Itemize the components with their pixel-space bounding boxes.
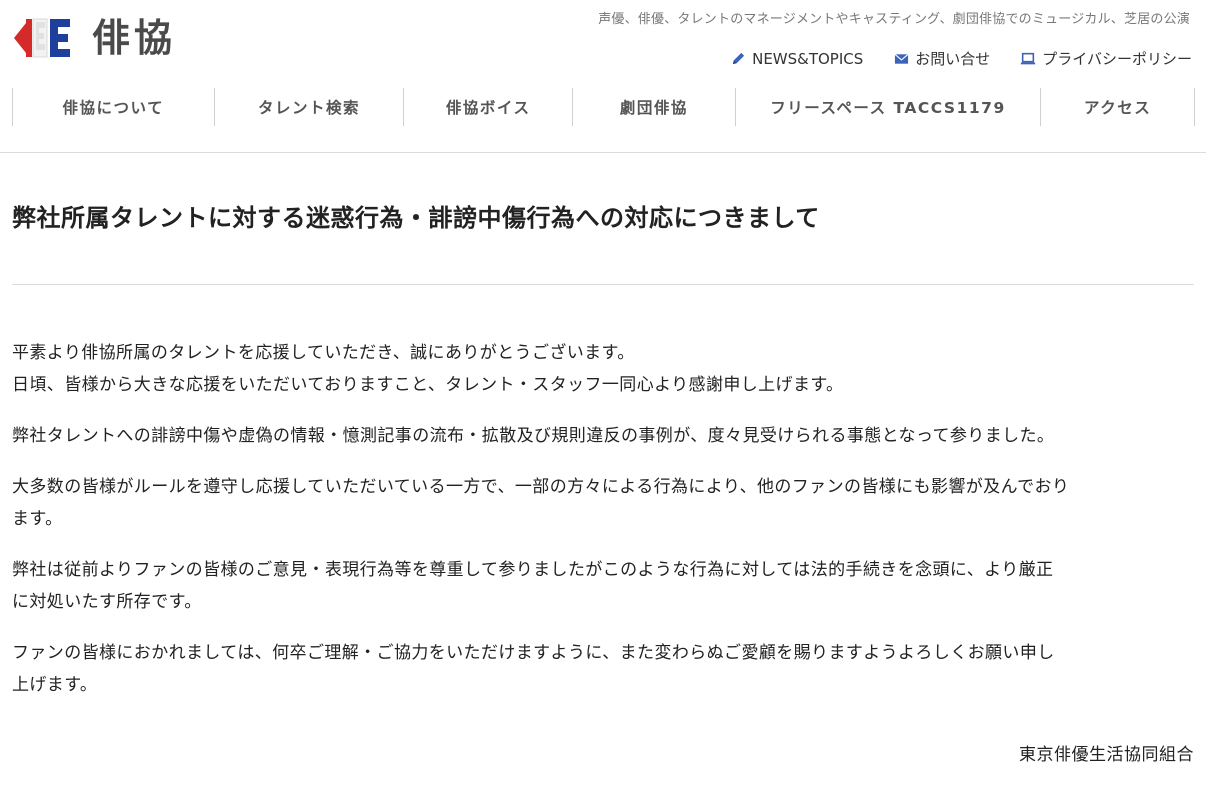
nav-item-about[interactable]: 俳協について [13, 88, 215, 126]
signature: 東京俳優生活協同組合 [1019, 745, 1194, 765]
util-link-news[interactable]: NEWS&TOPICS [730, 50, 863, 68]
paragraph: 弊社は従前よりファンの皆様のご意見・表現行為等を尊重して参りましたがこのような行… [12, 554, 1194, 618]
paragraph: ファンの皆様におかれましては、何卒ご理解・ご協力をいただけますように、また変わら… [12, 637, 1194, 701]
util-link-contact[interactable]: お問い合せ [893, 48, 990, 69]
util-link-label: プライバシーポリシー [1042, 50, 1192, 68]
paragraph: 平素より俳協所属のタレントを応援していただき、誠にありがとうございます。 日頃、… [12, 337, 1194, 401]
notice-body: 平素より俳協所属のタレントを応援していただき、誠にありがとうございます。 日頃、… [12, 337, 1194, 701]
paragraph-line: 弊社は従前よりファンの皆様のご意見・表現行為等を尊重して参りましたがこのような行… [12, 560, 1054, 580]
global-nav: 俳協について タレント検索 俳協ボイス 劇団俳協 フリースペース TACCS11… [12, 88, 1195, 126]
paragraph-line: 上げます。 [12, 675, 98, 695]
site-logo[interactable]: 俳協 [12, 14, 176, 62]
paragraph-line: 大多数の皆様がルールを遵守し応援していただいている一方で、一部の方々による行為に… [12, 477, 1070, 497]
page-title: 弊社所属タレントに対する迷惑行為・誹謗中傷行為への対応につきまして [12, 204, 820, 232]
paragraph-line: ます。 [12, 509, 63, 529]
paragraph: 弊社タレントへの誹謗中傷や虚偽の情報・憶測記事の流布・拡散及び規則違反の事例が、… [12, 420, 1194, 452]
site-tagline: 声優、俳優、タレントのマネージメントやキャスティング、劇団俳協でのミュージカル、… [598, 12, 1190, 27]
nav-item-talent-search[interactable]: タレント検索 [215, 88, 405, 126]
logo-mark-icon [14, 18, 70, 58]
main-content: 弊社所属タレントに対する迷惑行為・誹謗中傷行為への対応につきまして 平素より俳協… [12, 152, 1194, 765]
paragraph-line: 日頃、皆様から大きな応援をいただいておりますこと、タレント・スタッフ一同心より感… [12, 375, 844, 395]
laptop-icon [1020, 51, 1036, 67]
util-link-label: NEWS&TOPICS [752, 49, 864, 68]
paragraph: 大多数の皆様がルールを遵守し応援していただいている一方で、一部の方々による行為に… [12, 471, 1194, 535]
utility-links: NEWS&TOPICS お問い合せ プライバシーポリシー [730, 48, 1192, 69]
mail-icon [893, 51, 909, 67]
pencil-icon [730, 51, 746, 67]
paragraph-line: 平素より俳協所属のタレントを応援していただき、誠にありがとうございます。 [12, 343, 635, 363]
page: 俳協 声優、俳優、タレントのマネージメントやキャスティング、劇団俳協でのミュージ… [0, 0, 1206, 812]
util-link-label: お問い合せ [915, 50, 991, 68]
logo-text: 俳協 [92, 16, 177, 60]
nav-item-voice[interactable]: 俳協ボイス [404, 88, 574, 126]
site-header: 俳協 声優、俳優、タレントのマネージメントやキャスティング、劇団俳協でのミュージ… [0, 0, 1206, 153]
title-divider [12, 284, 1194, 285]
paragraph-line: 弊社タレントへの誹謗中傷や虚偽の情報・憶測記事の流布・拡散及び規則違反の事例が、… [12, 426, 1055, 446]
nav-item-free-space[interactable]: フリースペース TACCS1179 [736, 88, 1042, 126]
nav-item-theater[interactable]: 劇団俳協 [573, 88, 736, 126]
nav-item-access[interactable]: アクセス [1041, 88, 1195, 126]
paragraph-line: に対処いたす所存です。 [12, 592, 202, 612]
paragraph-line: ファンの皆様におかれましては、何卒ご理解・ご協力をいただけますように、また変わら… [12, 643, 1055, 663]
util-link-privacy[interactable]: プライバシーポリシー [1020, 48, 1192, 69]
